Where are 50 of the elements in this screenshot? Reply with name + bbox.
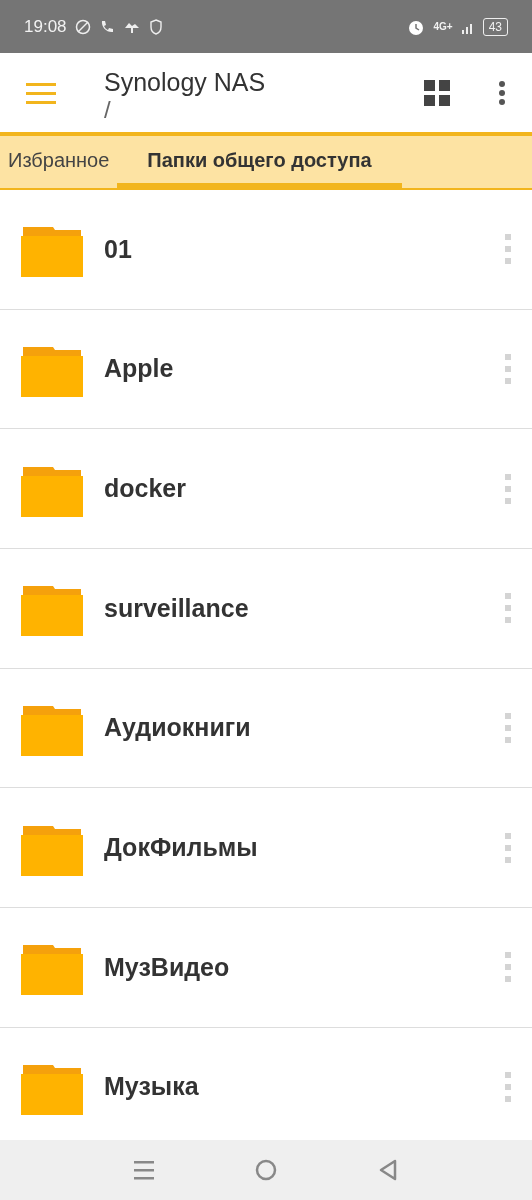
recents-icon <box>133 1159 155 1181</box>
folder-row[interactable]: docker <box>0 429 532 550</box>
folder-options-button[interactable] <box>504 1071 512 1104</box>
folder-options-button[interactable] <box>504 353 512 386</box>
more-icon <box>504 712 512 745</box>
back-icon <box>377 1159 399 1181</box>
folder-name: Музыка <box>104 1071 199 1103</box>
folder-options-button[interactable] <box>504 831 512 864</box>
recents-button[interactable] <box>133 1159 155 1181</box>
menu-icon <box>26 80 56 105</box>
home-icon <box>255 1159 277 1181</box>
network-label: 4G+ <box>433 20 453 34</box>
more-icon <box>498 79 506 106</box>
grid-view-button[interactable] <box>424 79 450 106</box>
more-icon <box>504 353 512 386</box>
battery-level: 43 <box>482 17 508 36</box>
folder-name: ДокФильмы <box>104 832 258 864</box>
folder-name: Apple <box>104 353 174 385</box>
folder-name: Аудиокниги <box>104 712 251 744</box>
folder-row[interactable]: ДокФильмы <box>0 788 532 909</box>
more-icon <box>504 951 512 984</box>
folder-row[interactable]: 01 <box>0 190 532 310</box>
folder-options-button[interactable] <box>504 951 512 984</box>
grid-icon <box>424 79 450 106</box>
more-icon <box>504 472 512 505</box>
more-icon <box>504 592 512 625</box>
more-icon <box>504 1071 512 1104</box>
home-button[interactable] <box>255 1159 277 1181</box>
folder-path: / <box>104 97 112 124</box>
folder-row[interactable]: Аудиокниги <box>0 668 532 789</box>
folder-name: МузВидео <box>104 951 230 983</box>
more-icon <box>504 233 512 266</box>
shield-icon <box>148 18 163 35</box>
more-icon <box>504 831 512 864</box>
folder-row[interactable]: МузВидео <box>0 908 532 1028</box>
folder-name: docker <box>104 472 186 504</box>
folder-options-button[interactable] <box>504 472 512 505</box>
folder-name: surveillance <box>104 592 249 624</box>
folder-options-button[interactable] <box>504 712 512 745</box>
menu-button[interactable] <box>26 80 56 105</box>
folder-options-button[interactable] <box>504 592 512 625</box>
more-options-button[interactable] <box>498 79 506 106</box>
folder-name: 01 <box>104 233 132 265</box>
app-title: Synology NAS <box>104 67 266 98</box>
tab[interactable]: Избранное <box>0 136 118 188</box>
back-button[interactable] <box>377 1159 399 1181</box>
status-time: 19:08 <box>24 15 67 38</box>
folder-options-button[interactable] <box>504 233 512 266</box>
folder-row[interactable]: Apple <box>0 309 532 430</box>
folder-row[interactable]: surveillance <box>0 549 532 669</box>
